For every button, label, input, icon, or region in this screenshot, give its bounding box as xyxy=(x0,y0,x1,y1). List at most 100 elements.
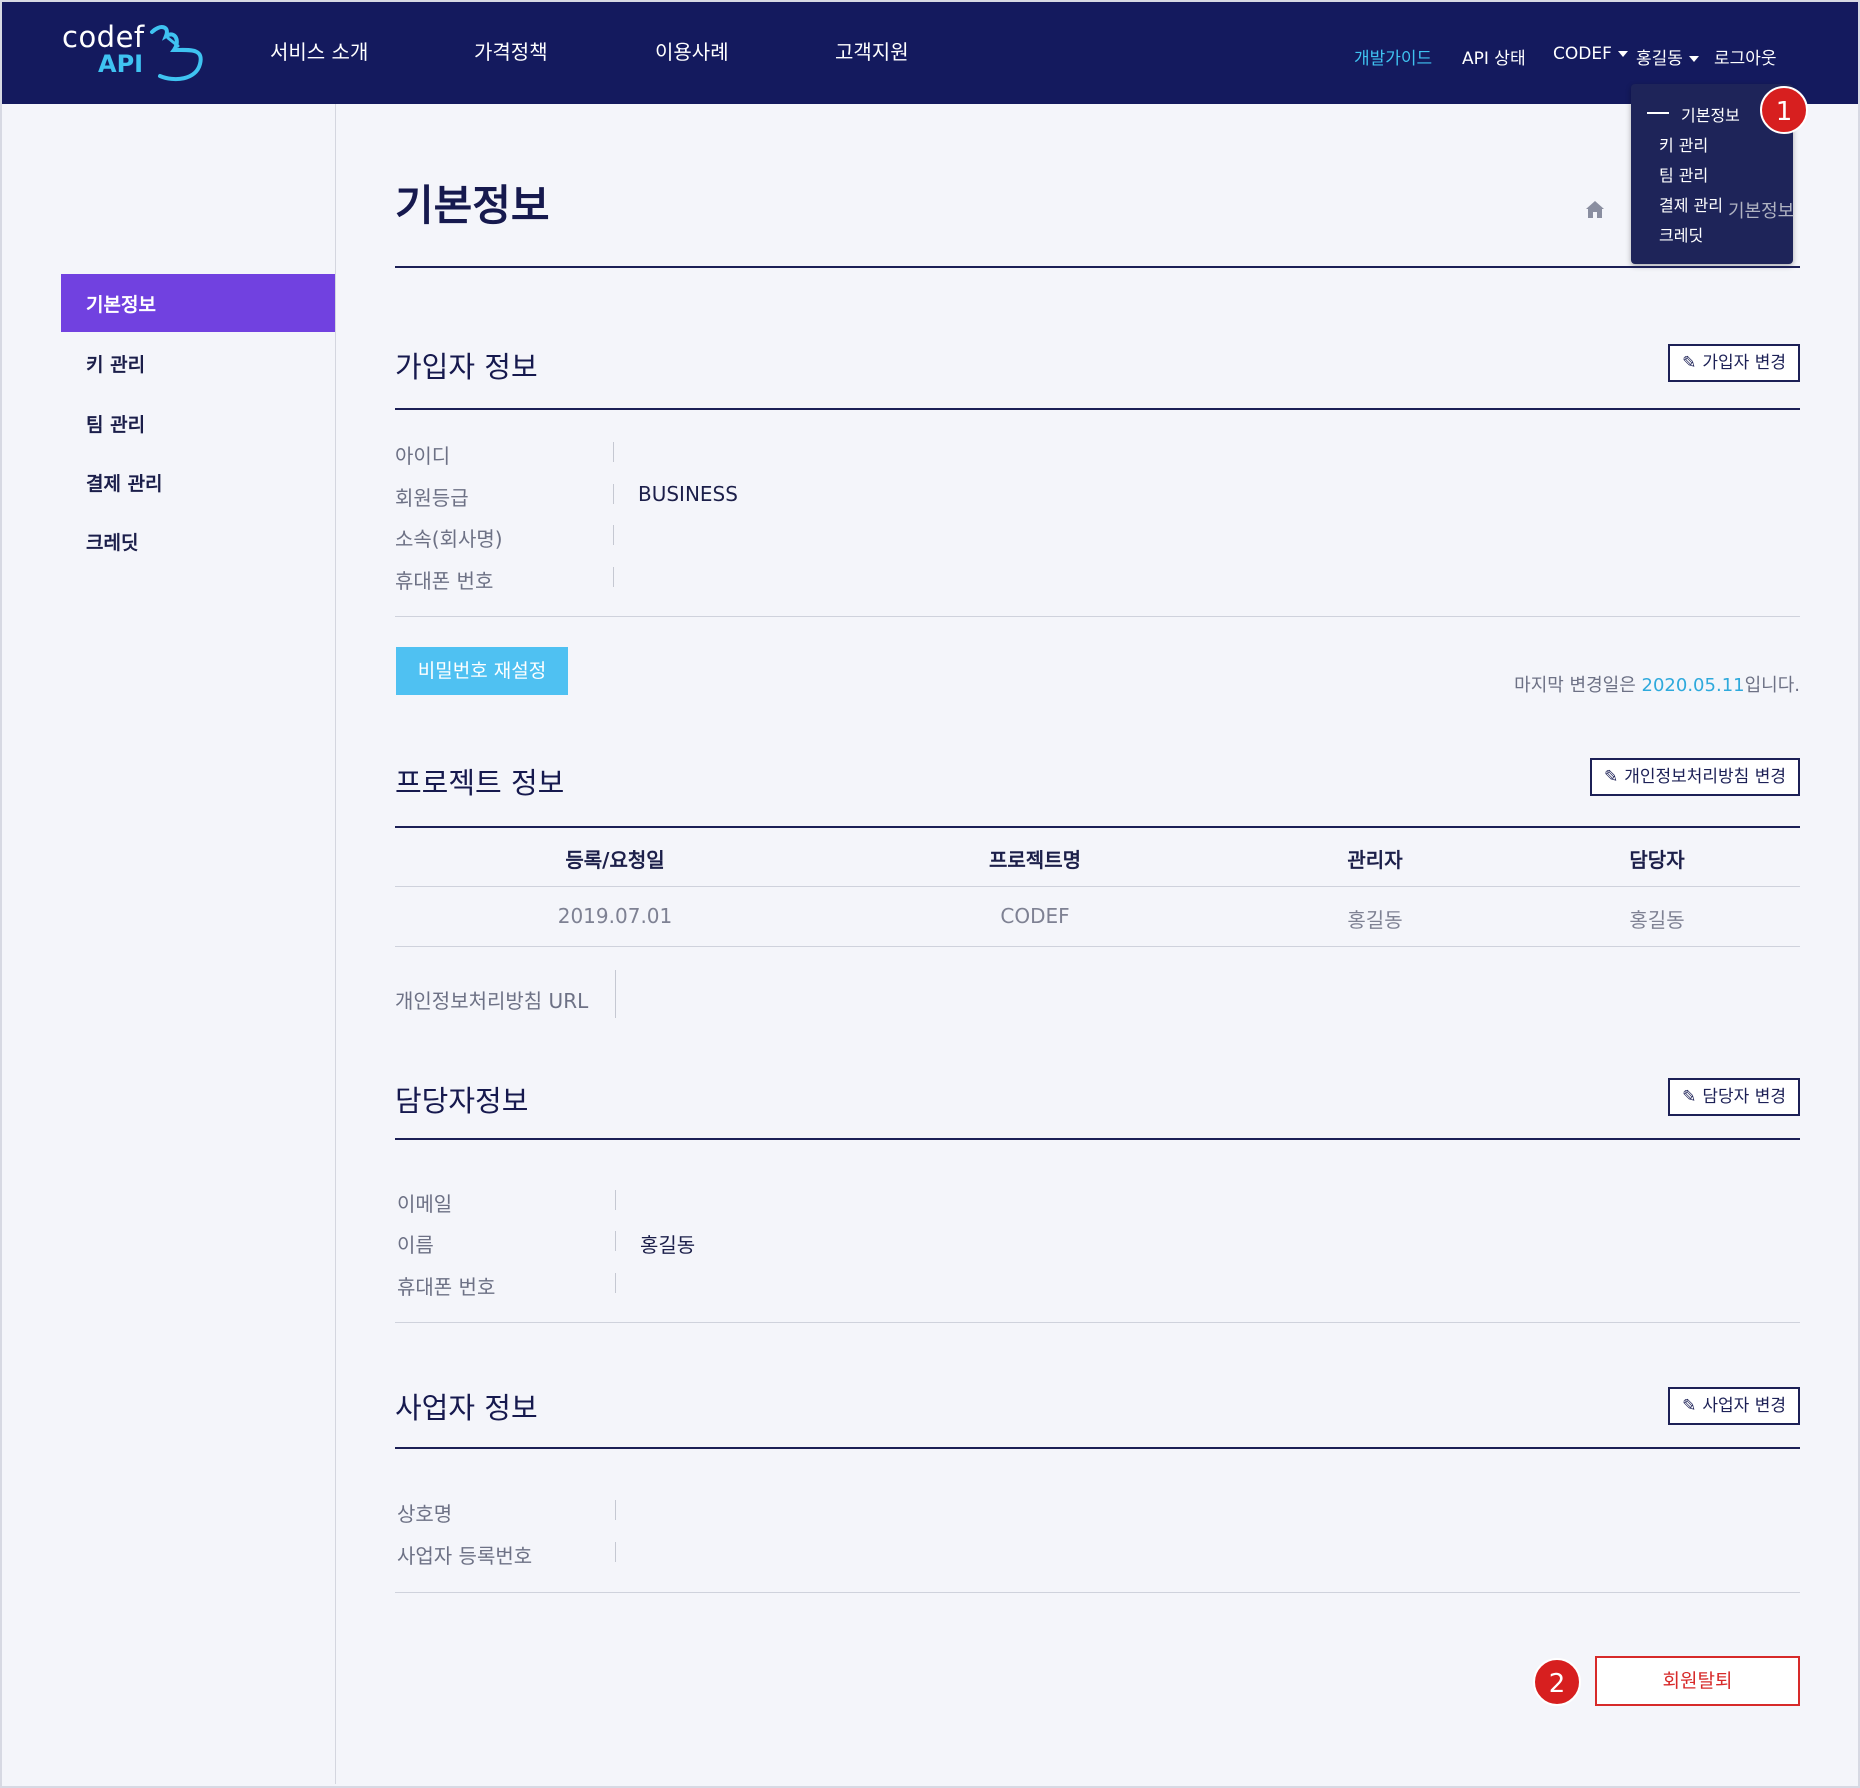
field-separator xyxy=(615,1542,616,1562)
table-cell-admin: 홍길동 xyxy=(1347,908,1403,932)
section-divider xyxy=(395,1447,1800,1449)
field-label-business-name: 상호명 xyxy=(397,1502,453,1526)
nav-support[interactable]: 고객지원 xyxy=(835,36,909,65)
active-indicator-dash xyxy=(1647,112,1669,114)
last-modified-date: 2020.05.11 xyxy=(1641,675,1745,696)
edit-member-label: 가입자 변경 xyxy=(1702,353,1786,373)
edit-business-label: 사업자 변경 xyxy=(1702,1396,1786,1416)
sidebar-item-basic-info[interactable]: 기본정보 xyxy=(61,274,335,332)
bird-logo-icon xyxy=(150,25,203,82)
chevron-down-icon xyxy=(1617,51,1628,57)
field-label-phone: 휴대폰 번호 xyxy=(395,569,494,593)
section-divider xyxy=(395,826,1800,828)
nav-service-intro[interactable]: 서비스 소개 xyxy=(270,36,368,65)
sidebar-item-label: 크레딧 xyxy=(86,532,139,554)
field-label-privacy-url: 개인정보처리방침 URL xyxy=(395,989,589,1013)
pencil-icon: ✎ xyxy=(1682,1396,1697,1416)
table-cell-date: 2019.07.01 xyxy=(557,904,673,928)
user-name: 홍길동 xyxy=(1636,49,1683,69)
edit-business-button[interactable]: ✎ 사업자 변경 xyxy=(1668,1387,1800,1425)
dropdown-item-payment-management[interactable]: 결제 관리 xyxy=(1659,192,1723,216)
page-title: 기본정보 xyxy=(395,181,550,230)
field-label-name: 이름 xyxy=(397,1233,434,1257)
sidebar-item-label: 키 관리 xyxy=(86,354,146,376)
password-reset-button[interactable]: 비밀번호 재설정 xyxy=(396,647,568,695)
section-divider xyxy=(395,408,1800,410)
sidebar-item-team-management[interactable]: 팀 관리 xyxy=(61,394,335,452)
sidebar-item-payment-management[interactable]: 결제 관리 xyxy=(61,453,335,511)
dropdown-item-key-management[interactable]: 키 관리 xyxy=(1659,132,1708,156)
codef-api-logo[interactable]: codef API xyxy=(62,20,212,90)
field-label-business-number: 사업자 등록번호 xyxy=(397,1544,533,1568)
field-label-company: 소속(회사명) xyxy=(395,527,503,551)
field-separator xyxy=(615,970,616,1018)
codef-menu-toggle[interactable]: CODEF xyxy=(1553,44,1628,64)
table-cell-manager: 홍길동 xyxy=(1629,908,1685,932)
table-header-manager: 담당자 xyxy=(1629,848,1685,872)
top-navbar: codef API 서비스 소개 가격정책 이용사례 고객지원 개발가이드 AP… xyxy=(2,2,1858,104)
table-header-admin: 관리자 xyxy=(1347,848,1403,872)
nav-dev-guide[interactable]: 개발가이드 xyxy=(1354,44,1432,69)
nav-pricing[interactable]: 가격정책 xyxy=(474,36,548,65)
table-header-date: 등록/요청일 xyxy=(565,848,665,872)
section-bottom-divider xyxy=(395,616,1800,617)
field-separator xyxy=(613,484,614,504)
page-frame xyxy=(0,0,1860,1788)
field-separator xyxy=(613,525,614,545)
breadcrumb-current: 기본정보 xyxy=(1728,201,1795,222)
dropdown-item-team-management[interactable]: 팀 관리 xyxy=(1659,162,1708,186)
edit-manager-label: 담당자 변경 xyxy=(1702,1087,1786,1107)
nav-use-cases[interactable]: 이용사례 xyxy=(655,36,729,65)
nav-api-status[interactable]: API 상태 xyxy=(1462,44,1526,69)
withdraw-membership-button[interactable]: 회원탈퇴 xyxy=(1595,1656,1800,1706)
field-separator xyxy=(613,442,614,462)
last-modified-text: 마지막 변경일은 2020.05.11입니다. xyxy=(1514,671,1800,697)
user-menu-toggle[interactable]: 홍길동 xyxy=(1636,44,1699,69)
dropdown-item-credit[interactable]: 크레딧 xyxy=(1659,222,1703,246)
section-bottom-divider xyxy=(395,1322,1800,1323)
field-separator xyxy=(615,1500,616,1520)
logout-link[interactable]: 로그아웃 xyxy=(1714,44,1777,69)
edit-member-button[interactable]: ✎ 가입자 변경 xyxy=(1668,344,1800,382)
field-label-email: 이메일 xyxy=(397,1192,453,1216)
pencil-icon: ✎ xyxy=(1603,767,1619,787)
section-title-business-info: 사업자 정보 xyxy=(395,1391,538,1425)
table-cell-project-name: CODEF xyxy=(1000,904,1070,928)
pencil-icon: ✎ xyxy=(1682,1087,1697,1107)
title-divider xyxy=(395,266,1800,268)
field-value-membership-grade: BUSINESS xyxy=(638,482,738,506)
section-bottom-divider xyxy=(395,1592,1800,1593)
sidebar-item-label: 기본정보 xyxy=(86,294,156,316)
section-title-manager-info: 담당자정보 xyxy=(395,1084,529,1118)
annotation-marker-1: 1 xyxy=(1760,86,1808,134)
table-row-divider xyxy=(395,946,1800,947)
logo-text-api: API xyxy=(98,50,144,78)
section-divider xyxy=(395,1138,1800,1140)
pencil-icon: ✎ xyxy=(1682,353,1697,373)
dropdown-item-basic-info[interactable]: 기본정보 xyxy=(1681,102,1740,126)
field-separator xyxy=(615,1190,616,1210)
sidebar-divider xyxy=(335,104,336,1784)
field-separator xyxy=(615,1231,616,1251)
table-header-project-name: 프로젝트명 xyxy=(989,848,1081,872)
chevron-down-icon xyxy=(1688,56,1699,62)
sidebar-item-key-management[interactable]: 키 관리 xyxy=(61,334,335,392)
edit-manager-button[interactable]: ✎ 담당자 변경 xyxy=(1668,1078,1800,1116)
edit-privacy-policy-label: 개인정보처리방침 변경 xyxy=(1624,767,1786,787)
annotation-marker-2: 2 xyxy=(1533,1658,1581,1706)
edit-privacy-policy-button[interactable]: ✎ 개인정보처리방침 변경 xyxy=(1589,758,1800,796)
field-value-name: 홍길동 xyxy=(640,1233,696,1257)
last-modified-suffix: 입니다. xyxy=(1744,675,1800,696)
sidebar-item-label: 결제 관리 xyxy=(86,473,163,495)
sidebar-item-label: 팀 관리 xyxy=(86,414,146,436)
field-label-manager-phone: 휴대폰 번호 xyxy=(397,1275,496,1299)
table-header-divider xyxy=(395,886,1800,887)
section-title-project-info: 프로젝트 정보 xyxy=(395,766,565,800)
section-title-member-info: 가입자 정보 xyxy=(395,350,538,384)
sidebar-item-credit[interactable]: 크레딧 xyxy=(61,512,335,570)
last-modified-prefix: 마지막 변경일은 xyxy=(1514,675,1642,696)
codef-menu-label: CODEF xyxy=(1553,44,1612,64)
field-separator xyxy=(615,1273,616,1293)
home-icon[interactable] xyxy=(1584,198,1606,220)
logo-text-codef: codef xyxy=(62,20,145,54)
